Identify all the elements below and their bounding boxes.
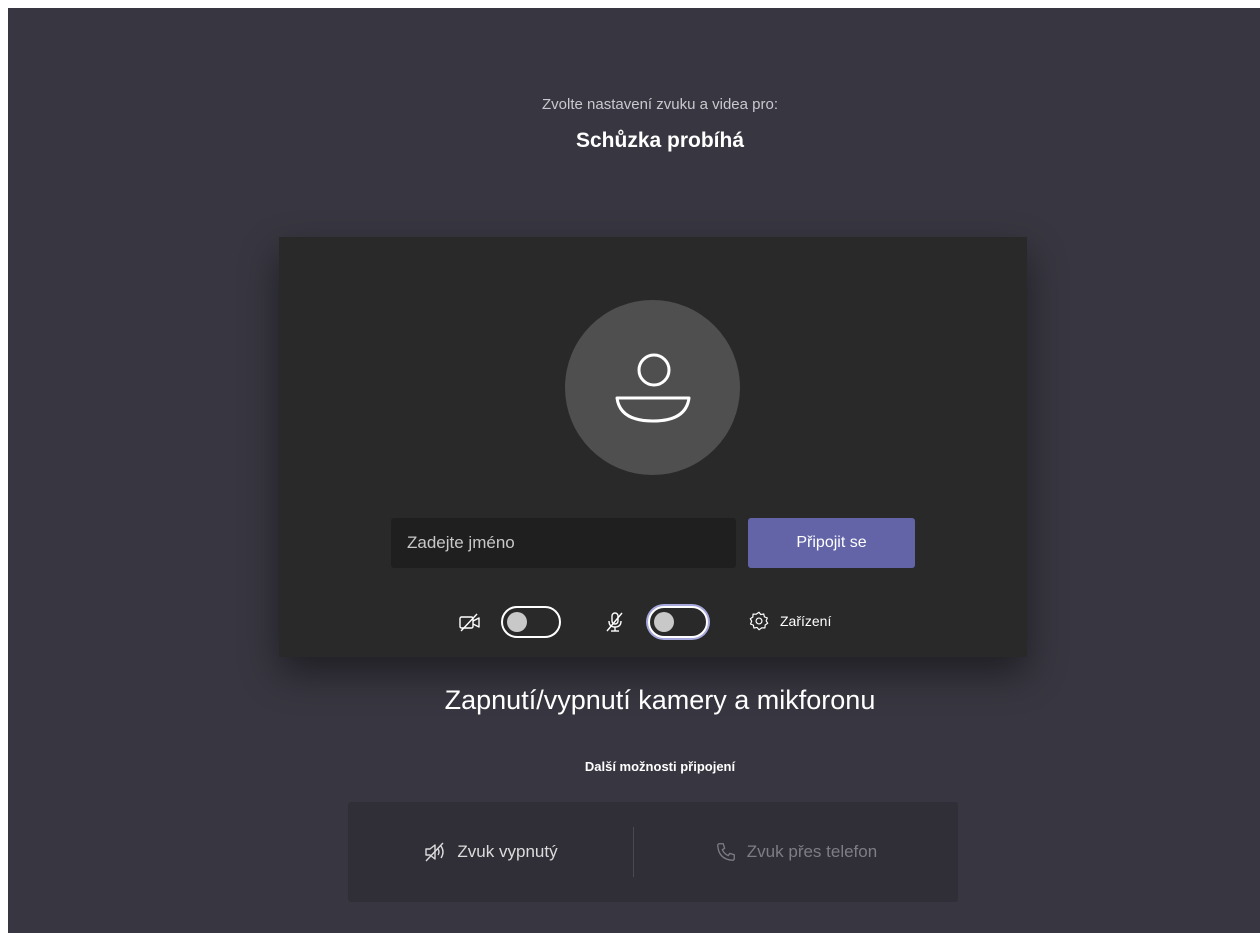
video-preview-panel: Připojit se Zařízení	[279, 237, 1027, 657]
caption: Zapnutí/vypnutí kamery a mikforonu	[444, 685, 876, 715]
meeting-prejoin-screen: Zvolte nastavení zvuku a videa pro: Schů…	[8, 8, 1260, 933]
phone-icon	[716, 843, 735, 861]
prejoin-subtitle: Zvolte nastavení zvuku a videa pro:	[542, 96, 778, 113]
mic-toggle-knob	[654, 612, 674, 632]
name-input[interactable]	[391, 518, 736, 568]
gear-icon	[749, 611, 769, 631]
camera-off-icon	[459, 613, 480, 632]
camera-toggle[interactable]	[501, 606, 561, 638]
phone-audio-label: Zvuk přes telefon	[746, 842, 878, 861]
join-options-bar: Zvuk vypnutý Zvuk přes telefon	[348, 802, 958, 902]
devices-label: Zařízení	[780, 613, 832, 629]
audio-off-option[interactable]: Zvuk vypnutý	[348, 802, 633, 902]
more-options-heading: Další možnosti připojení	[584, 759, 736, 774]
mic-toggle[interactable]	[648, 606, 708, 638]
meeting-title: Schůzka probíhá	[575, 129, 745, 152]
mic-off-icon	[606, 612, 623, 632]
devices-button[interactable]: Zařízení	[748, 608, 831, 634]
phone-audio-option[interactable]: Zvuk přes telefon	[634, 802, 958, 902]
speaker-off-icon	[425, 842, 445, 862]
camera-toggle-knob	[507, 612, 527, 632]
audio-off-label: Zvuk vypnutý	[457, 842, 558, 861]
avatar	[565, 300, 740, 475]
join-button[interactable]: Připojit se	[748, 518, 915, 568]
person-icon	[615, 353, 691, 423]
